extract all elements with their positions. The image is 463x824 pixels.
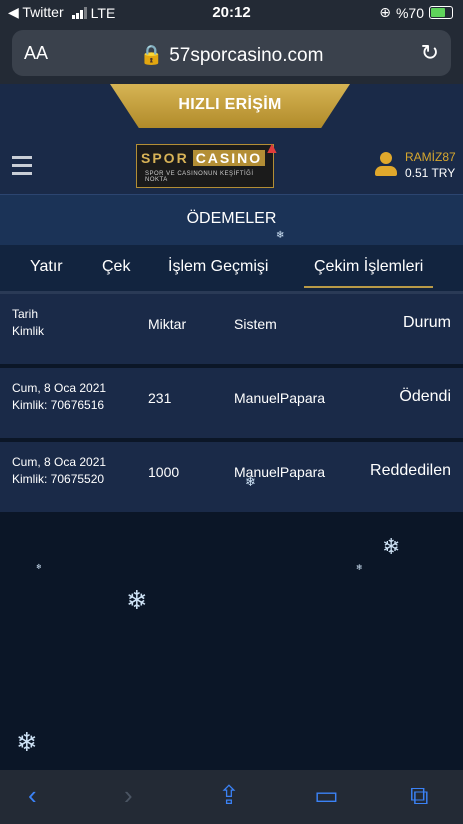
snowflake-icon: ❄ — [126, 585, 148, 615]
table-header: Tarih Kimlik Miktar Sistem Durum — [0, 294, 463, 364]
page-title: ÖDEMELER — [186, 210, 277, 227]
snowflake-icon: ❄ — [276, 230, 285, 241]
user-balance: 0.51 TRY — [405, 166, 456, 180]
address-bar[interactable]: AA 🔒 57sporcasino.com ↻ — [12, 30, 451, 76]
snowflake-icon: ❄ — [36, 564, 42, 571]
table-row[interactable]: Cum, 8 Oca 2021 Kimlik: 70676516 231 Manu… — [0, 368, 463, 438]
reload-icon[interactable]: ↻ — [421, 40, 439, 66]
logo-casino: CASINO — [192, 150, 266, 166]
battery-icon — [429, 6, 453, 19]
table-row[interactable]: Cum, 8 Oca 2021 Kimlik: 70675520 1000 Man… — [0, 442, 463, 512]
site-logo[interactable]: SPOR CASINO SPOR VE CASINONUN KEŞİFTİĞİ N… — [136, 144, 274, 188]
row-system: ManuelPapara — [234, 390, 326, 406]
row-id: Kimlik: 70676516 — [12, 398, 105, 412]
battery-percent: %70 — [395, 4, 424, 21]
share-icon[interactable]: ⇪ — [218, 780, 240, 811]
user-avatar-icon[interactable] — [375, 152, 397, 178]
snowflake-icon: ❄ — [382, 534, 401, 559]
row-id: Kimlik: 70675520 — [12, 472, 105, 486]
header-status: Durum — [402, 314, 451, 331]
tab-deposit[interactable]: Yatır — [30, 258, 63, 276]
snowflake-icon: ❄ — [245, 474, 256, 489]
row-amount: 1000 — [148, 464, 180, 480]
browser-toolbar: ‹ › ⇪ ▭ ⧉ — [0, 770, 463, 824]
page-title-bar: ÖDEMELER — [0, 194, 463, 245]
logo-tagline: SPOR VE CASINONUN KEŞİFTİĞİ NOKTA — [145, 171, 254, 183]
header-amount: Miktar — [148, 316, 187, 332]
site-header: HIZLI ERİŞİM SPOR CASINO SPOR VE CASINONU… — [0, 84, 463, 194]
menu-icon[interactable] — [12, 156, 32, 180]
tab-withdrawal-transactions[interactable]: Çekim İşlemleri — [303, 258, 434, 288]
row-status: Ödendi — [399, 388, 451, 405]
tabs-icon[interactable]: ⧉ — [410, 780, 429, 812]
snowflake-icon: ❄ — [16, 727, 38, 757]
orientation-lock-icon: ⊕ — [379, 4, 391, 20]
row-status: Reddedilen — [370, 462, 451, 479]
browser-bar: AA 🔒 57sporcasino.com ↻ — [0, 26, 463, 84]
header-system: Sistem — [234, 316, 277, 332]
username[interactable]: RAMİZ87 — [405, 150, 456, 164]
ios-status-bar: ◀ Twitter LTE 20:12 ⊕ %70 — [0, 0, 463, 26]
quick-access-button[interactable]: HIZLI ERİŞİM — [110, 84, 350, 128]
url-text[interactable]: 57sporcasino.com — [169, 45, 323, 66]
tab-transaction-history[interactable]: İşlem Geçmişi — [168, 258, 268, 276]
forward-icon[interactable]: › — [124, 780, 133, 811]
snowflake-icon: ❄ — [356, 563, 363, 572]
header-date: Tarih — [12, 307, 39, 321]
tab-withdraw[interactable]: Çek — [102, 258, 130, 276]
logo-spor: SPOR — [141, 150, 189, 166]
back-icon[interactable]: ‹ — [28, 780, 37, 811]
santa-hat-icon: ▲ — [264, 140, 280, 157]
row-date: Cum, 8 Oca 2021 — [12, 455, 107, 469]
bookmarks-icon[interactable]: ▭ — [314, 780, 339, 811]
row-date: Cum, 8 Oca 2021 — [12, 381, 107, 395]
row-amount: 231 — [148, 390, 172, 406]
lock-icon: 🔒 — [139, 45, 164, 66]
payment-tabs: Yatır Çek İşlem Geçmişi Çekim İşlemleri — [0, 245, 463, 291]
header-id: Kimlik — [12, 324, 44, 338]
